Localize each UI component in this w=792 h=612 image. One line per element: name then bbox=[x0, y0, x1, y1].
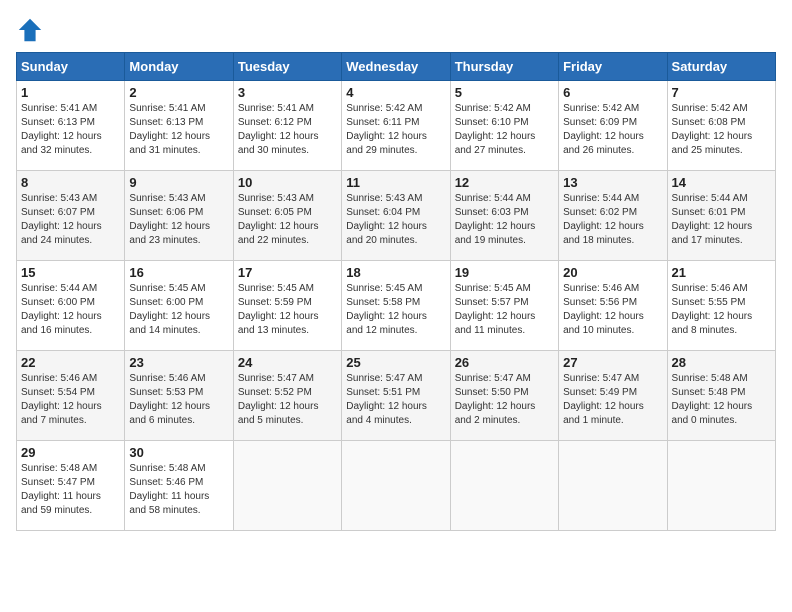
calendar-day: 27Sunrise: 5:47 AMSunset: 5:49 PMDayligh… bbox=[559, 351, 667, 441]
calendar-day: 6Sunrise: 5:42 AMSunset: 6:09 PMDaylight… bbox=[559, 81, 667, 171]
weekday-header: Friday bbox=[559, 53, 667, 81]
calendar-week-row: 8Sunrise: 5:43 AMSunset: 6:07 PMDaylight… bbox=[17, 171, 776, 261]
calendar-day: 19Sunrise: 5:45 AMSunset: 5:57 PMDayligh… bbox=[450, 261, 558, 351]
calendar-day: 21Sunrise: 5:46 AMSunset: 5:55 PMDayligh… bbox=[667, 261, 775, 351]
weekday-header-row: SundayMondayTuesdayWednesdayThursdayFrid… bbox=[17, 53, 776, 81]
calendar-week-row: 22Sunrise: 5:46 AMSunset: 5:54 PMDayligh… bbox=[17, 351, 776, 441]
calendar-day: 24Sunrise: 5:47 AMSunset: 5:52 PMDayligh… bbox=[233, 351, 341, 441]
weekday-header: Wednesday bbox=[342, 53, 450, 81]
weekday-header: Monday bbox=[125, 53, 233, 81]
calendar-day bbox=[667, 441, 775, 531]
calendar-day: 16Sunrise: 5:45 AMSunset: 6:00 PMDayligh… bbox=[125, 261, 233, 351]
calendar-day: 9Sunrise: 5:43 AMSunset: 6:06 PMDaylight… bbox=[125, 171, 233, 261]
calendar-day: 29Sunrise: 5:48 AMSunset: 5:47 PMDayligh… bbox=[17, 441, 125, 531]
calendar-week-row: 29Sunrise: 5:48 AMSunset: 5:47 PMDayligh… bbox=[17, 441, 776, 531]
calendar-day: 20Sunrise: 5:46 AMSunset: 5:56 PMDayligh… bbox=[559, 261, 667, 351]
calendar-day bbox=[342, 441, 450, 531]
calendar-day: 1Sunrise: 5:41 AMSunset: 6:13 PMDaylight… bbox=[17, 81, 125, 171]
logo-icon bbox=[16, 16, 44, 44]
calendar-day: 25Sunrise: 5:47 AMSunset: 5:51 PMDayligh… bbox=[342, 351, 450, 441]
calendar-day: 17Sunrise: 5:45 AMSunset: 5:59 PMDayligh… bbox=[233, 261, 341, 351]
weekday-header: Saturday bbox=[667, 53, 775, 81]
calendar-table: SundayMondayTuesdayWednesdayThursdayFrid… bbox=[16, 52, 776, 531]
weekday-header: Thursday bbox=[450, 53, 558, 81]
calendar-day: 12Sunrise: 5:44 AMSunset: 6:03 PMDayligh… bbox=[450, 171, 558, 261]
calendar-day: 15Sunrise: 5:44 AMSunset: 6:00 PMDayligh… bbox=[17, 261, 125, 351]
weekday-header: Sunday bbox=[17, 53, 125, 81]
calendar-day: 23Sunrise: 5:46 AMSunset: 5:53 PMDayligh… bbox=[125, 351, 233, 441]
calendar-week-row: 1Sunrise: 5:41 AMSunset: 6:13 PMDaylight… bbox=[17, 81, 776, 171]
calendar-day: 11Sunrise: 5:43 AMSunset: 6:04 PMDayligh… bbox=[342, 171, 450, 261]
calendar-day bbox=[233, 441, 341, 531]
calendar-day bbox=[450, 441, 558, 531]
calendar-week-row: 15Sunrise: 5:44 AMSunset: 6:00 PMDayligh… bbox=[17, 261, 776, 351]
calendar-day: 2Sunrise: 5:41 AMSunset: 6:13 PMDaylight… bbox=[125, 81, 233, 171]
calendar-day: 14Sunrise: 5:44 AMSunset: 6:01 PMDayligh… bbox=[667, 171, 775, 261]
calendar-day: 4Sunrise: 5:42 AMSunset: 6:11 PMDaylight… bbox=[342, 81, 450, 171]
calendar-day: 3Sunrise: 5:41 AMSunset: 6:12 PMDaylight… bbox=[233, 81, 341, 171]
calendar-day: 28Sunrise: 5:48 AMSunset: 5:48 PMDayligh… bbox=[667, 351, 775, 441]
calendar-day bbox=[559, 441, 667, 531]
calendar-day: 13Sunrise: 5:44 AMSunset: 6:02 PMDayligh… bbox=[559, 171, 667, 261]
calendar-day: 18Sunrise: 5:45 AMSunset: 5:58 PMDayligh… bbox=[342, 261, 450, 351]
calendar-day: 30Sunrise: 5:48 AMSunset: 5:46 PMDayligh… bbox=[125, 441, 233, 531]
logo bbox=[16, 16, 48, 44]
page-header bbox=[16, 16, 776, 44]
calendar-day: 7Sunrise: 5:42 AMSunset: 6:08 PMDaylight… bbox=[667, 81, 775, 171]
calendar-day: 10Sunrise: 5:43 AMSunset: 6:05 PMDayligh… bbox=[233, 171, 341, 261]
weekday-header: Tuesday bbox=[233, 53, 341, 81]
calendar-day: 22Sunrise: 5:46 AMSunset: 5:54 PMDayligh… bbox=[17, 351, 125, 441]
calendar-day: 8Sunrise: 5:43 AMSunset: 6:07 PMDaylight… bbox=[17, 171, 125, 261]
calendar-day: 26Sunrise: 5:47 AMSunset: 5:50 PMDayligh… bbox=[450, 351, 558, 441]
calendar-day: 5Sunrise: 5:42 AMSunset: 6:10 PMDaylight… bbox=[450, 81, 558, 171]
